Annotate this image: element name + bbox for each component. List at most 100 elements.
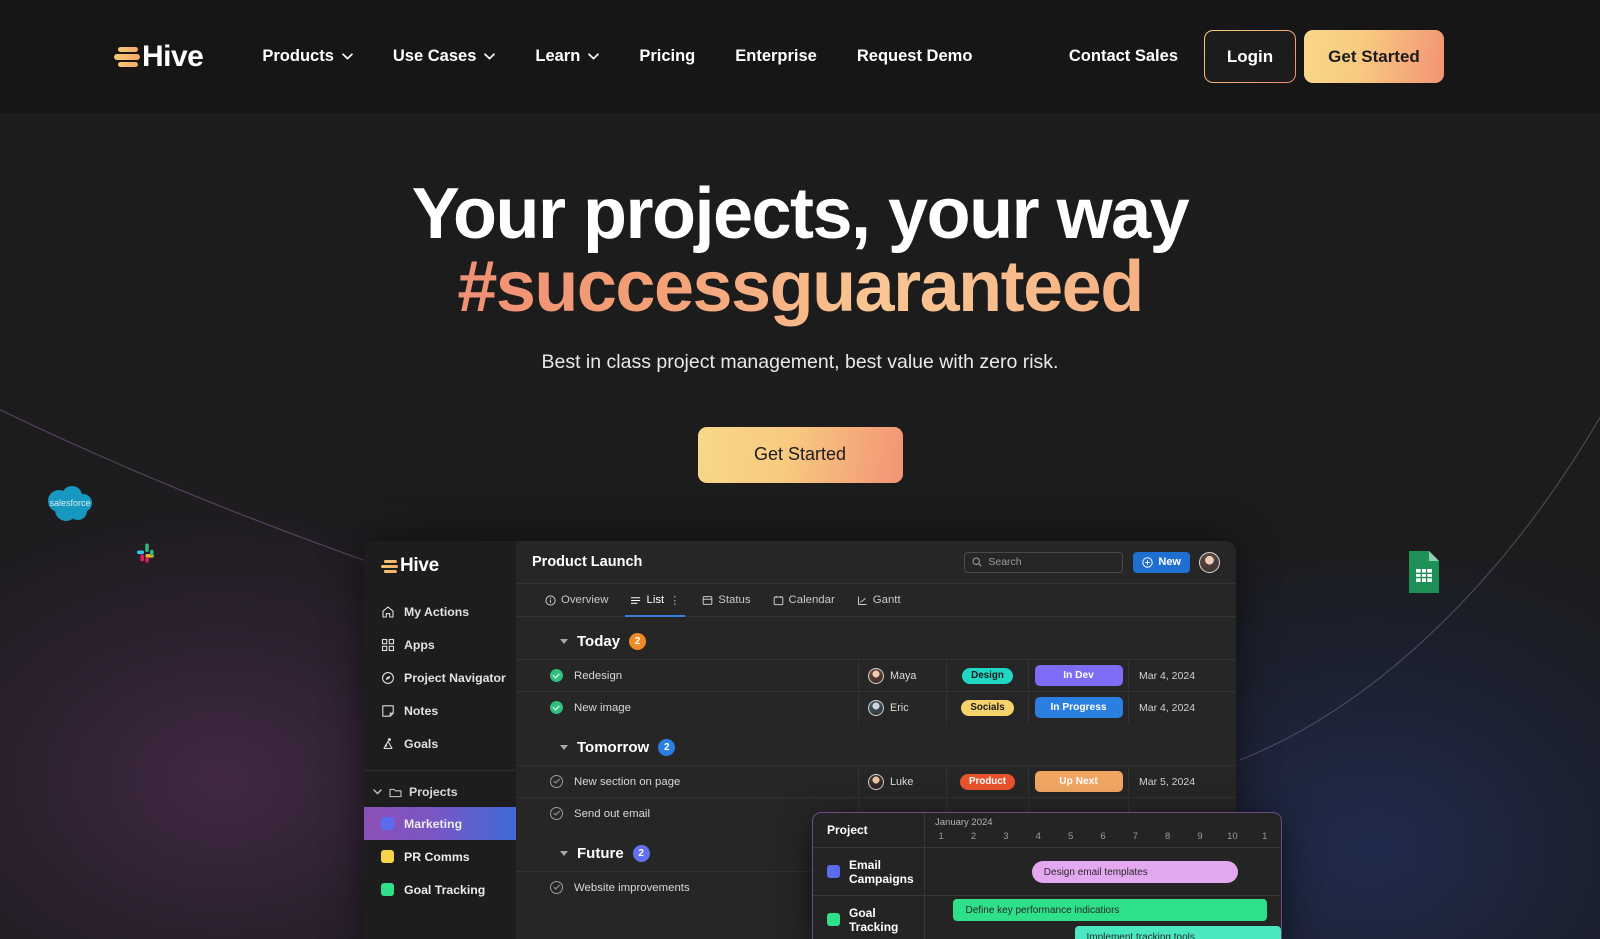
- avatar: [868, 667, 884, 684]
- home-icon: [382, 605, 394, 618]
- gantt-header: Project January 2024 1 2 3 4 5 6 7 8 9 1…: [813, 813, 1281, 847]
- task-group-header-tomorrow[interactable]: Tomorrow 2: [516, 723, 1236, 765]
- task-group-tomorrow-count: 2: [658, 739, 676, 756]
- gantt-month-label: January 2024: [935, 817, 993, 828]
- task-date: Mar 4, 2024: [1128, 659, 1236, 692]
- sidebar-item-project-navigator[interactable]: Project Navigator: [364, 661, 516, 694]
- sidebar-item-apps[interactable]: Apps: [364, 628, 516, 661]
- tab-overview[interactable]: Overview: [534, 584, 619, 617]
- task-checkbox[interactable]: [550, 669, 563, 682]
- sidebar-item-goals[interactable]: Goals: [364, 727, 516, 760]
- gantt-bar-design-email-templates[interactable]: Design email templates: [1031, 861, 1239, 883]
- task-tag-cell[interactable]: Product: [946, 765, 1028, 798]
- app-sidebar-logo[interactable]: Hive: [381, 555, 516, 577]
- tab-overview-label: Overview: [561, 594, 609, 606]
- status-badge: Product: [959, 773, 1015, 790]
- task-checkbox[interactable]: [550, 701, 563, 714]
- project-color-swatch: [827, 865, 840, 878]
- search-icon: [972, 557, 982, 567]
- new-button[interactable]: New: [1133, 551, 1190, 573]
- table-row[interactable]: New image Eric Socials In Progress Mar 4…: [516, 691, 1236, 724]
- sidebar-item-notes[interactable]: Notes: [364, 694, 516, 727]
- gantt-icon: [857, 596, 867, 605]
- tab-gantt[interactable]: Gantt: [846, 584, 912, 617]
- sidebar-projects-header[interactable]: Projects: [364, 777, 516, 807]
- nav-item-learn-label: Learn: [535, 47, 581, 65]
- task-checkbox[interactable]: [550, 807, 563, 820]
- sidebar-project-goal-tracking[interactable]: Goal Tracking: [364, 873, 516, 906]
- status-badge: Up Next: [1034, 771, 1123, 792]
- task-status-cell[interactable]: In Progress: [1028, 691, 1128, 724]
- tab-list-label: List: [646, 594, 665, 606]
- task-assignee[interactable]: Luke: [858, 765, 946, 798]
- get-started-button-hero[interactable]: Get Started: [697, 426, 903, 483]
- nav-item-pricing[interactable]: Pricing: [639, 47, 695, 66]
- task-group-tomorrow-label: Tomorrow: [577, 739, 650, 756]
- nav-item-enterprise[interactable]: Enterprise: [735, 47, 817, 66]
- gantt-row-goal-tracking[interactable]: Goal Tracking Define key performance ind…: [813, 895, 1281, 939]
- nav-links: Products Use Cases Learn Pricing Enterpr…: [262, 47, 972, 66]
- gantt-day-tick: 6: [1100, 831, 1106, 842]
- gantt-day-ticks: 1 2 3 4 5 6 7 8 9 10 1: [925, 828, 1281, 842]
- sidebar-item-project-navigator-label: Project Navigator: [404, 670, 506, 685]
- caret-down-icon: [560, 639, 568, 644]
- nav-item-pricing-label: Pricing: [639, 47, 696, 65]
- status-badge: In Progress: [1034, 697, 1123, 718]
- table-row[interactable]: Redesign Maya Design In Dev Mar 4, 2024: [516, 659, 1236, 692]
- gantt-day-tick: 10: [1227, 831, 1238, 842]
- task-assignee[interactable]: Eric: [858, 691, 946, 724]
- nav-item-request-demo[interactable]: Request Demo: [857, 47, 973, 66]
- page-title: Your projects, your way #successguarante…: [0, 177, 1600, 325]
- gantt-row-goal-tracking-label: Goal Tracking: [849, 905, 899, 934]
- sidebar-project-pr-comms-label: PR Comms: [404, 849, 470, 864]
- tab-status[interactable]: Status: [691, 584, 761, 617]
- contact-sales-link[interactable]: Contact Sales: [1069, 47, 1178, 66]
- task-name: New section on page: [574, 775, 681, 788]
- gantt-row-email-campaigns[interactable]: Email Campaigns Design email templates: [813, 847, 1281, 895]
- list-icon: [631, 596, 641, 604]
- tab-status-label: Status: [718, 594, 751, 606]
- hive-logo[interactable]: Hive: [114, 40, 204, 74]
- nav-item-products-label: Products: [262, 47, 334, 65]
- gantt-day-tick: 7: [1132, 831, 1138, 842]
- task-date: Mar 5, 2024: [1128, 765, 1236, 798]
- task-tag-cell[interactable]: Socials: [946, 691, 1028, 724]
- task-checkbox[interactable]: [550, 775, 563, 788]
- task-assignee[interactable]: Maya: [858, 659, 946, 692]
- goals-icon: [383, 737, 393, 749]
- task-group-future-count: 2: [632, 845, 650, 862]
- gantt-day-tick: 1: [1262, 831, 1268, 842]
- tab-list[interactable]: List ⋮: [619, 584, 691, 617]
- sidebar-project-marketing[interactable]: Marketing: [364, 807, 516, 840]
- sidebar-project-marketing-label: Marketing: [404, 816, 463, 831]
- hero-title-line1: Your projects, your way: [411, 174, 1190, 254]
- tab-list-more-icon[interactable]: ⋮: [669, 594, 680, 607]
- gantt-bar-define-kpis[interactable]: Define key performance indicatiors: [953, 899, 1267, 921]
- sidebar-divider: [364, 770, 516, 771]
- project-color-swatch: [381, 817, 394, 830]
- chevron-down-icon: [484, 53, 496, 60]
- nav-item-products[interactable]: Products: [262, 47, 353, 66]
- svg-text:salesforce: salesforce: [49, 498, 90, 508]
- gantt-day-tick: 1: [938, 831, 944, 842]
- nav-item-use-cases[interactable]: Use Cases: [393, 47, 496, 66]
- search-input[interactable]: Search: [964, 551, 1124, 573]
- login-button[interactable]: Login: [1204, 30, 1296, 83]
- task-group-header-today[interactable]: Today 2: [516, 617, 1236, 659]
- task-status-cell[interactable]: Up Next: [1028, 765, 1128, 798]
- table-row[interactable]: New section on page Luke Product Up Next…: [516, 765, 1236, 798]
- task-status-cell[interactable]: In Dev: [1028, 659, 1128, 692]
- task-checkbox[interactable]: [550, 881, 563, 894]
- tab-calendar[interactable]: Calendar: [762, 584, 846, 617]
- task-tag-cell[interactable]: Design: [946, 659, 1028, 692]
- get-started-button-nav[interactable]: Get Started: [1304, 30, 1444, 83]
- gantt-bar-implement-tracking-tools[interactable]: Implement tracking tools: [1074, 926, 1281, 939]
- gantt-project-label: Project: [827, 823, 868, 837]
- avatar[interactable]: [1199, 551, 1220, 573]
- status-badge: Socials: [961, 699, 1014, 716]
- sidebar-item-my-actions[interactable]: My Actions: [364, 595, 516, 628]
- folder-icon: [389, 788, 402, 797]
- task-assignee-name: Eric: [890, 701, 909, 714]
- nav-item-learn[interactable]: Learn: [535, 47, 600, 66]
- sidebar-project-pr-comms[interactable]: PR Comms: [364, 840, 516, 873]
